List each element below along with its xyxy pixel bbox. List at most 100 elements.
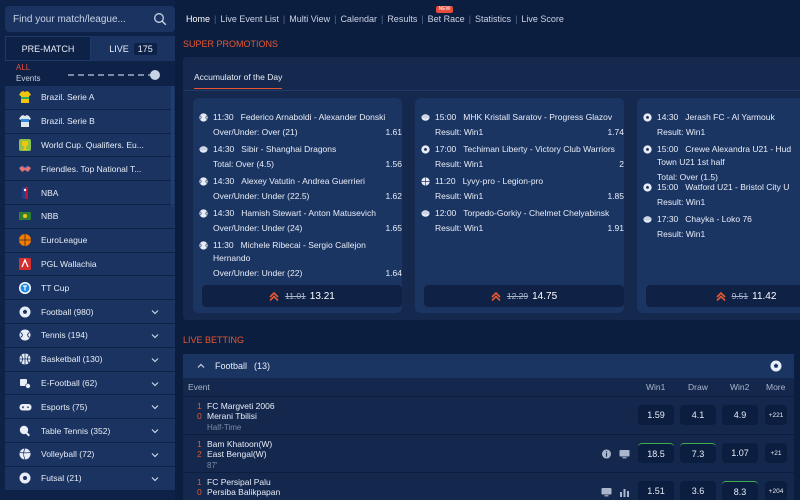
search-icon[interactable] — [153, 12, 167, 26]
sidebar-sport-table-tennis[interactable]: Table Tennis (352) — [5, 419, 175, 443]
accumulator-card[interactable]: 14:30 Jerash FC - Al Yarmouk Result: Win1… — [637, 98, 800, 313]
accumulator-total-button[interactable]: 9.51 11.42 — [646, 285, 800, 307]
odd-win1-button[interactable]: 1.51 — [638, 481, 674, 500]
selection-title: 11:30 Michele Ribecai - Sergio Callejon — [213, 240, 408, 250]
accumulator-card[interactable]: 11:30 Federico Arnaboldi - Alexander Dons… — [193, 98, 402, 313]
odd-win2-button[interactable]: 4.9 — [722, 405, 758, 425]
time-filter-slider[interactable] — [68, 70, 160, 80]
accumulator-selection[interactable]: 14:30 Hamish Stewart - Anton Matusevich O… — [199, 208, 408, 233]
accumulator-card[interactable]: 15:00 MHK Kristall Saratov - Progress Gla… — [415, 98, 624, 313]
statistics-icon[interactable] — [619, 487, 630, 497]
sidebar-sport-esports[interactable]: Esports (75) — [5, 395, 175, 420]
more-markets-button[interactable]: +204 — [765, 481, 787, 500]
home-team[interactable]: FC Persipal Palu — [207, 477, 271, 487]
odd-win1-button[interactable]: 18.5 — [638, 443, 674, 463]
nav-multi-view[interactable]: Multi View — [285, 14, 334, 24]
selection-market-row: Over/Under: Over (21) 1.61 — [213, 127, 408, 137]
sport-group-header[interactable]: Football (13) — [183, 354, 794, 378]
home-team[interactable]: FC Margveti 2006 — [207, 401, 275, 411]
home-score: 1 — [197, 439, 202, 449]
sidebar-item-world-cup-qualifiers[interactable]: World Cup. Qualifiers. Eu... — [5, 133, 175, 158]
sidebar-item-tt-cup[interactable]: TT Cup — [5, 276, 175, 301]
tab-pre-match[interactable]: PRE-MATCH — [5, 36, 91, 61]
odd-win2-button[interactable]: 1.07 — [722, 443, 758, 463]
more-markets-button[interactable]: +21 — [765, 443, 787, 463]
more-markets-button[interactable]: +221 — [765, 405, 787, 425]
accumulator-selection[interactable]: 14:30 Alexey Vatutin - Andrea Guerrieri O… — [199, 176, 408, 201]
sidebar-sport-football[interactable]: Football (980) — [5, 300, 175, 324]
selection-time: 11:20 — [435, 176, 456, 186]
away-score: 2 — [197, 449, 202, 459]
chevron-down-icon[interactable] — [151, 475, 159, 483]
accumulator-selection[interactable]: 15:00 MHK Kristall Saratov - Progress Gla… — [421, 112, 630, 137]
live-betting-heading: LIVE BETTING — [183, 335, 245, 345]
sidebar-item-euroleague[interactable]: EuroLeague — [5, 228, 175, 253]
chevron-down-icon[interactable] — [151, 427, 159, 435]
accumulator-selection[interactable]: 17:30 Chayka - Loko 76 Result: Win1 — [643, 214, 800, 239]
away-team[interactable]: Merani Tbilisi — [207, 411, 257, 421]
nav-live-score[interactable]: Live Score — [517, 14, 568, 24]
chevron-down-icon[interactable] — [151, 332, 159, 340]
sidebar-item-friendlies[interactable]: Friendles. Top National T... — [5, 157, 175, 182]
accumulator-selection[interactable]: 14:30 Jerash FC - Al Yarmouk Result: Win1 — [643, 112, 800, 137]
sidebar-item-pgl-wallachia[interactable]: PGL Wallachia — [5, 252, 175, 277]
column-event: Event — [188, 382, 210, 392]
info-icon[interactable] — [601, 449, 612, 459]
chevron-up-icon[interactable] — [197, 362, 205, 370]
tv-stream-icon[interactable] — [619, 449, 630, 459]
accumulator-selection[interactable]: 15:00 Crewe Alexandra U21 - Hud Town U21 … — [643, 144, 800, 182]
odd-draw-button[interactable]: 7.3 — [680, 443, 716, 463]
accumulator-selection[interactable]: 15:00 Watford U21 - Bristol City U Result… — [643, 182, 800, 207]
match-row[interactable]: 1 0 FC Margveti 2006 Merani Tbilisi Half… — [183, 396, 794, 433]
sidebar-item-brazil-serie-b[interactable]: Brazil. Serie B — [5, 109, 175, 134]
nav-results[interactable]: Results — [383, 14, 421, 24]
home-team[interactable]: Bam Khatoon(W) — [207, 439, 272, 449]
search-input[interactable] — [13, 13, 153, 25]
nav-bet-race[interactable]: NEW Bet Race — [424, 6, 469, 24]
selection-title: 11:20 Lyvy-pro - Legion-pro — [435, 176, 630, 186]
sidebar-sport-volleyball[interactable]: Volleyball (72) — [5, 442, 175, 467]
selection-match: Techiman Liberty - Victory Club Warriors — [463, 144, 615, 154]
sidebar-sport-tennis[interactable]: Tennis (194) — [5, 323, 175, 348]
tab-live[interactable]: LIVE 175 — [91, 36, 175, 61]
nav-live-event-list[interactable]: Live Event List — [216, 14, 283, 24]
nav-statistics[interactable]: Statistics — [471, 14, 515, 24]
accumulator-selection[interactable]: 11:30 Federico Arnaboldi - Alexander Dons… — [199, 112, 408, 137]
odd-draw-button[interactable]: 3.6 — [680, 481, 716, 500]
odd-win2-button[interactable]: 8.3 — [722, 481, 758, 500]
away-team[interactable]: Persiba Balikpapan — [207, 487, 280, 497]
accumulator-selection[interactable]: 17:00 Techiman Liberty - Victory Club War… — [421, 144, 630, 169]
accumulator-total-button[interactable]: 12.29 14.75 — [424, 285, 624, 307]
tab-accumulator-of-the-day[interactable]: Accumulator of the Day — [194, 72, 283, 89]
selection-odd: 1.65 — [385, 223, 402, 233]
odd-win1-button[interactable]: 1.59 — [638, 405, 674, 425]
match-row[interactable]: 1 2 Bam Khatoon(W) East Bengal(W) 87' 18… — [183, 434, 794, 471]
match-row[interactable]: 1 0 FC Persipal Palu Persiba Balikpapan … — [183, 472, 794, 500]
sidebar-item-nbb[interactable]: NBB — [5, 204, 175, 229]
sidebar-item-nba[interactable]: NBA — [5, 181, 175, 205]
tv-stream-icon[interactable] — [601, 487, 612, 497]
accumulator-selection[interactable]: 12:00 Torpedo-Gorkiy - Chelmet Chelyabins… — [421, 208, 630, 233]
nav-calendar[interactable]: Calendar — [336, 14, 381, 24]
sidebar-item-label: NBA — [41, 187, 59, 198]
sidebar-sport-e-football[interactable]: E-Football (62) — [5, 371, 175, 396]
slider-handle[interactable] — [150, 70, 160, 80]
accumulator-selection[interactable]: 11:20 Lyvy-pro - Legion-pro Result: Win1 1… — [421, 176, 630, 201]
sidebar-sport-futsal[interactable]: Futsal (21) — [5, 466, 175, 491]
odd-draw-button[interactable]: 4.1 — [680, 405, 716, 425]
chevron-down-icon[interactable] — [151, 380, 159, 388]
chevron-down-icon[interactable] — [151, 403, 159, 411]
search-box[interactable] — [5, 6, 175, 32]
nav-home[interactable]: Home — [186, 14, 214, 24]
chevron-down-icon[interactable] — [151, 356, 159, 364]
accumulator-selection[interactable]: 14:30 Sibir - Shanghai Dragons Total: Ove… — [199, 144, 408, 169]
selection-match: Crewe Alexandra U21 - Hud — [685, 144, 792, 154]
sidebar-scrollbar[interactable] — [171, 86, 174, 206]
sidebar-sport-basketball[interactable]: Basketball (130) — [5, 347, 175, 372]
chevron-down-icon[interactable] — [151, 308, 159, 316]
chevron-down-icon[interactable] — [151, 451, 159, 459]
accumulator-selection[interactable]: 11:30 Michele Ribecai - Sergio Callejon H… — [199, 240, 408, 278]
sidebar-item-brazil-serie-a[interactable]: Brazil. Serie A — [5, 86, 175, 110]
accumulator-total-button[interactable]: 11.01 13.21 — [202, 285, 402, 307]
away-team[interactable]: East Bengal(W) — [207, 449, 267, 459]
